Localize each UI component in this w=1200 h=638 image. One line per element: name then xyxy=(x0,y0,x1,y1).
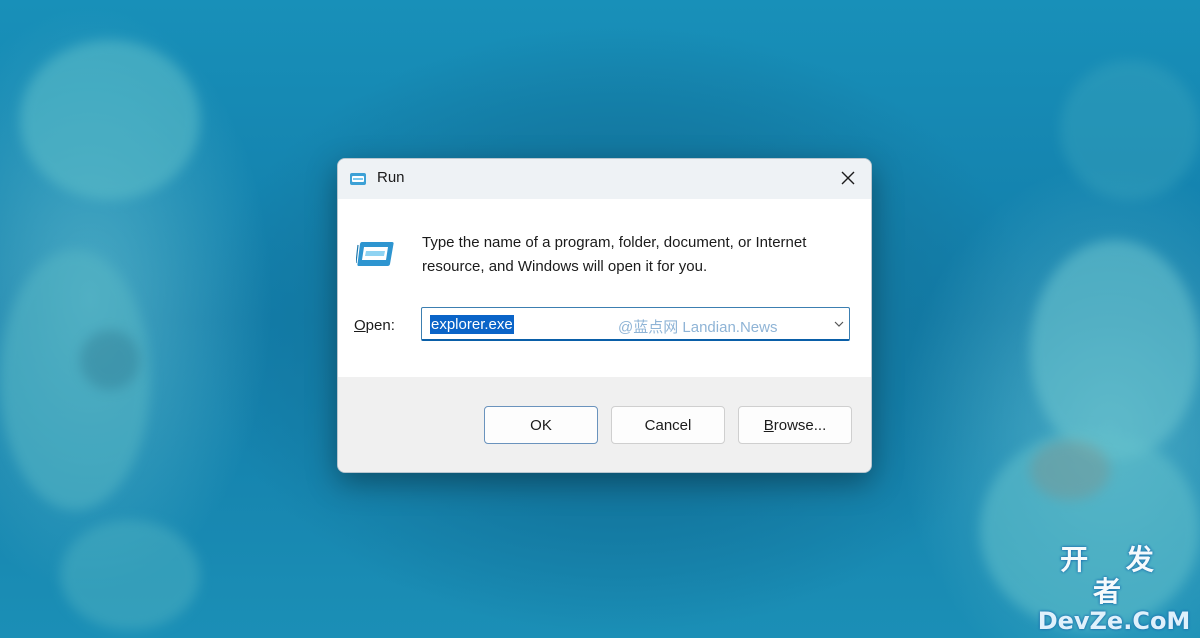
dialog-description: Type the name of a program, folder, docu… xyxy=(422,234,807,275)
run-app-icon xyxy=(356,242,394,266)
run-dialog: Run Type the name of a program, folder, … xyxy=(337,158,872,473)
open-label-text: pen: xyxy=(365,317,395,334)
dialog-footer: OK Cancel Browse... xyxy=(338,377,871,472)
corner-watermark-en: DevZe.CoM xyxy=(1037,607,1191,635)
corner-watermark: 开 发 者 DevZe.CoM xyxy=(1034,543,1194,635)
dialog-content: Type the name of a program, folder, docu… xyxy=(338,199,871,377)
open-input-value[interactable]: explorer.exe xyxy=(430,315,514,334)
close-button[interactable] xyxy=(825,159,871,197)
wallpaper-reef xyxy=(20,40,200,200)
open-combobox[interactable]: explorer.exe @蓝点网 Landian.News xyxy=(421,307,850,341)
browse-accelerator: B xyxy=(763,416,774,434)
chevron-down-icon[interactable] xyxy=(833,318,845,330)
browse-label: rowse... xyxy=(773,416,827,434)
wallpaper-reef xyxy=(1030,240,1200,460)
run-app-icon xyxy=(350,173,366,185)
wallpaper-reef xyxy=(60,520,200,630)
dialog-titlebar[interactable]: Run xyxy=(338,159,871,199)
overlay-watermark: @蓝点网 Landian.News xyxy=(618,319,778,336)
open-label-accelerator: O xyxy=(354,317,366,334)
open-label: Open: xyxy=(354,317,395,334)
ok-button[interactable]: OK xyxy=(484,406,598,444)
cancel-button[interactable]: Cancel xyxy=(611,406,725,444)
wallpaper-reef xyxy=(80,330,140,390)
corner-watermark-cn: 开 发 者 xyxy=(1060,543,1168,608)
dialog-title: Run xyxy=(377,169,405,186)
close-icon xyxy=(841,171,855,185)
wallpaper-reef xyxy=(1060,60,1200,200)
wallpaper-reef xyxy=(1030,440,1110,500)
desktop-wallpaper: Run Type the name of a program, folder, … xyxy=(0,0,1200,638)
browse-button[interactable]: Browse... xyxy=(738,406,852,444)
